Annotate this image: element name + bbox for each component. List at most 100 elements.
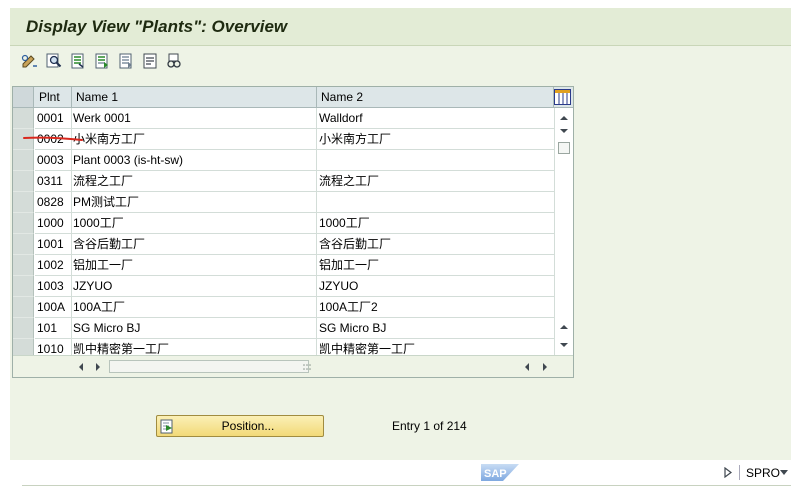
position-button-label: Position... <box>221 419 275 433</box>
horizontal-scroll-thumb[interactable] <box>109 360 311 373</box>
table-row[interactable]: 1000 1000工厂 1000工厂 <box>13 213 555 234</box>
cell-plnt[interactable]: 0001 <box>35 108 72 129</box>
cell-name1[interactable]: 铝加工一厂 <box>72 255 317 276</box>
status-bar: SAP SPRO <box>0 460 791 487</box>
select-all-button[interactable] <box>69 52 87 70</box>
bottom-divider <box>22 485 791 486</box>
table-row[interactable]: 0828 PM测试工厂 <box>13 192 555 213</box>
table-row[interactable]: 0002 小米南方工厂 小米南方工厂 <box>13 129 555 150</box>
details-icon <box>46 53 62 68</box>
page-title: Display View "Plants": Overview <box>26 17 288 36</box>
cell-plnt[interactable]: 0003 <box>35 150 72 171</box>
entry-count: Entry 1 of 214 <box>392 419 467 433</box>
plants-table: Plnt Name 1 Name 2 0001 Werk 0001 Walldorf… <box>12 86 574 378</box>
scroll-page-down-icon[interactable] <box>559 340 569 350</box>
cell-name1[interactable]: 小米南方工厂 <box>72 129 317 150</box>
row-selector[interactable] <box>13 213 34 234</box>
select-block-button[interactable] <box>93 52 111 70</box>
details-button[interactable] <box>45 52 63 70</box>
sap-logo-text: SAP <box>484 468 507 480</box>
scroll-right-icon[interactable] <box>94 362 102 372</box>
application-toolbar <box>10 46 791 76</box>
table-row[interactable]: 100A 100A工厂 100A工厂2 <box>13 297 555 318</box>
scroll-left-icon[interactable] <box>77 362 85 372</box>
table-row[interactable]: 0003 Plant 0003 (is-ht-sw) <box>13 150 555 171</box>
table-row[interactable]: 1003 JZYUO JZYUO <box>13 276 555 297</box>
cell-name2[interactable] <box>317 150 555 171</box>
change-display-button[interactable] <box>21 52 39 70</box>
cell-name1[interactable]: PM测试工厂 <box>72 192 317 213</box>
cell-plnt[interactable]: 101 <box>35 318 72 339</box>
cell-name1[interactable]: 含谷后勤工厂 <box>72 234 317 255</box>
cell-name2[interactable]: 1000工厂 <box>317 213 555 234</box>
select-all-rows-cell[interactable] <box>13 87 34 107</box>
cell-name2[interactable] <box>317 192 555 213</box>
cell-plnt[interactable]: 1001 <box>35 234 72 255</box>
select-block-icon <box>95 53 108 69</box>
cell-name2[interactable]: 铝加工一厂 <box>317 255 555 276</box>
cell-plnt[interactable]: 1000 <box>35 213 72 234</box>
row-selector[interactable] <box>13 192 34 213</box>
row-selector[interactable] <box>13 234 34 255</box>
row-selector[interactable] <box>13 150 34 171</box>
scroll-far-left-icon[interactable] <box>523 362 531 372</box>
cell-name2[interactable]: 100A工厂2 <box>317 297 555 318</box>
cell-name2[interactable]: SG Micro BJ <box>317 318 555 339</box>
column-header-plnt[interactable]: Plnt <box>35 87 72 107</box>
row-selector[interactable] <box>13 297 34 318</box>
find-button[interactable] <box>165 52 183 70</box>
column-header-name2[interactable]: Name 2 <box>317 87 554 107</box>
table-row[interactable]: 1001 含谷后勤工厂 含谷后勤工厂 <box>13 234 555 255</box>
cell-name2[interactable]: 含谷后勤工厂 <box>317 234 555 255</box>
table-row[interactable]: 1002 铝加工一厂 铝加工一厂 <box>13 255 555 276</box>
cell-name1[interactable]: 流程之工厂 <box>72 171 317 192</box>
status-dropdown-icon[interactable] <box>780 470 788 475</box>
scroll-up-icon[interactable] <box>559 113 569 123</box>
cell-plnt[interactable]: 1002 <box>35 255 72 276</box>
status-system-name: SPRO <box>746 466 781 480</box>
title-bar: Display View "Plants": Overview <box>10 8 791 46</box>
cell-plnt[interactable]: 0311 <box>35 171 72 192</box>
print-button[interactable] <box>141 52 159 70</box>
row-selector[interactable] <box>13 171 34 192</box>
cell-name1[interactable]: 1000工厂 <box>72 213 317 234</box>
cell-name1[interactable]: Werk 0001 <box>72 108 317 129</box>
column-header-name1[interactable]: Name 1 <box>72 87 317 107</box>
cell-name1[interactable]: 100A工厂 <box>72 297 317 318</box>
red-underline-annotation <box>23 136 83 141</box>
row-selector[interactable] <box>13 255 34 276</box>
status-expand-icon[interactable] <box>724 467 732 478</box>
vertical-scrollbar[interactable] <box>555 108 573 355</box>
deselect-all-button[interactable] <box>117 52 135 70</box>
select-all-icon <box>71 53 84 69</box>
cell-plnt[interactable]: 1003 <box>35 276 72 297</box>
horizontal-scrollbar[interactable] <box>13 355 573 377</box>
row-selector[interactable] <box>13 318 34 339</box>
cell-name2[interactable]: 流程之工厂 <box>317 171 555 192</box>
table-settings-icon[interactable] <box>554 89 571 105</box>
table-row[interactable]: 0001 Werk 0001 Walldorf <box>13 108 555 129</box>
change-display-icon <box>21 54 37 68</box>
cell-name1[interactable]: Plant 0003 (is-ht-sw) <box>72 150 317 171</box>
app-window: Display View "Plants": Overview Plnt Nam… <box>10 8 791 460</box>
row-selector[interactable] <box>13 276 34 297</box>
table-row[interactable]: 101 SG Micro BJ SG Micro BJ <box>13 318 555 339</box>
table-header: Plnt Name 1 Name 2 <box>13 87 573 108</box>
print-icon <box>143 53 157 69</box>
cell-name2[interactable]: Walldorf <box>317 108 555 129</box>
cell-name2[interactable]: JZYUO <box>317 276 555 297</box>
row-selector[interactable] <box>13 108 34 129</box>
cell-plnt[interactable]: 0828 <box>35 192 72 213</box>
position-button[interactable]: Position... <box>156 415 324 437</box>
cell-name1[interactable]: SG Micro BJ <box>72 318 317 339</box>
scroll-thumb[interactable] <box>558 142 570 154</box>
scroll-far-right-icon[interactable] <box>541 362 549 372</box>
cell-name2[interactable]: 小米南方工厂 <box>317 129 555 150</box>
scroll-down-icon[interactable] <box>559 126 569 136</box>
grip-icon <box>303 364 311 370</box>
table-row[interactable]: 0311 流程之工厂 流程之工厂 <box>13 171 555 192</box>
cell-plnt[interactable]: 100A <box>35 297 72 318</box>
sap-logo-icon: SAP <box>481 464 519 481</box>
cell-name1[interactable]: JZYUO <box>72 276 317 297</box>
scroll-page-up-icon[interactable] <box>559 322 569 332</box>
